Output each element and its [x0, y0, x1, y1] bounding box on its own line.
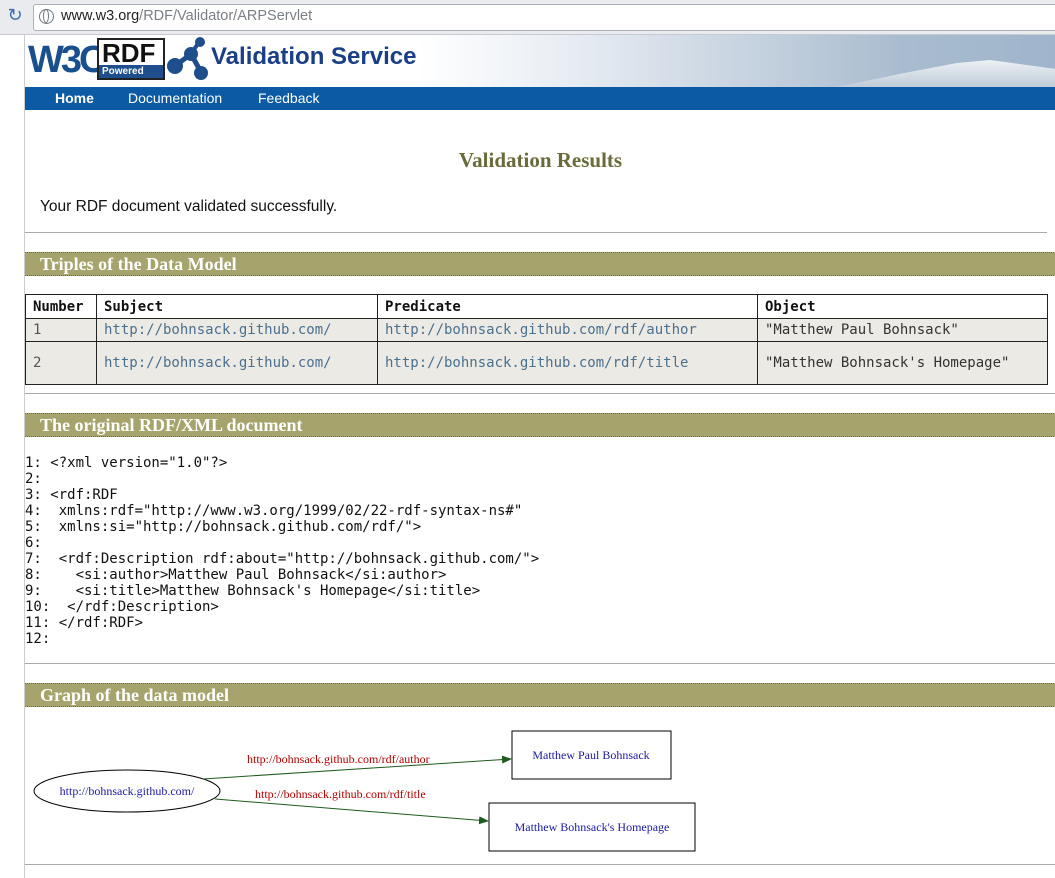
- code-line: 4: xmlns:rdf="http://www.w3.org/1999/02/…: [25, 503, 523, 519]
- triples-section-header: Triples of the Data Model: [25, 252, 1055, 276]
- rdf-powered-logo[interactable]: RDF Powered: [97, 38, 165, 80]
- nav-documentation[interactable]: Documentation: [128, 90, 222, 106]
- globe-icon: [39, 9, 54, 24]
- banner-title: Validation Service: [211, 43, 417, 70]
- main-nav: Home Documentation Feedback: [25, 87, 1055, 110]
- code-line: 9: <si:title>Matthew Bohnsack's Homepage…: [25, 583, 481, 599]
- object-literal: "Matthew Bohnsack's Homepage": [757, 341, 1048, 385]
- site-banner: W3C® RDF Powered Validation Service: [25, 35, 1055, 87]
- code-line: 2:: [25, 471, 42, 487]
- page-content: W3C® RDF Powered Validation Service Home…: [24, 35, 1055, 878]
- subject-node-label: http://bohnsack.github.com/: [60, 784, 195, 798]
- url-field[interactable]: www.w3.org/RDF/Validator/ARPServlet: [33, 4, 1055, 31]
- url-text: www.w3.org/RDF/Validator/ARPServlet: [61, 8, 312, 24]
- column-header-predicate: Predicate: [377, 294, 758, 319]
- rdf-molecule-icon: [167, 37, 208, 80]
- code-line: 7: <rdf:Description rdf:about="http://bo…: [25, 551, 540, 567]
- object-literal: "Matthew Paul Bohnsack": [757, 318, 1048, 342]
- row-number: 1: [25, 318, 97, 342]
- code-line: 6:: [25, 535, 42, 551]
- divider: [25, 232, 1047, 233]
- code-line: 8: <si:author>Matthew Paul Bohnsack</si:…: [25, 567, 447, 583]
- url-host: www.w3.org: [61, 8, 140, 24]
- graph-section-header: Graph of the data model: [25, 683, 1055, 707]
- code-line: 3: <rdf:RDF: [25, 487, 118, 503]
- nav-feedback[interactable]: Feedback: [258, 90, 319, 106]
- table-row: 1 http://bohnsack.github.com/ http://boh…: [25, 318, 1048, 342]
- banner-mountain-art: [836, 60, 1055, 87]
- subject-link[interactable]: http://bohnsack.github.com/: [96, 341, 378, 385]
- validation-message: Your RDF document validated successfully…: [40, 198, 338, 215]
- rdf-graph: http://bohnsack.github.com/ Matthew Paul…: [33, 730, 696, 852]
- w3c-logo-text: W3C: [28, 39, 106, 81]
- row-number: 2: [25, 341, 97, 385]
- divider: [25, 864, 1055, 865]
- divider: [25, 663, 1055, 664]
- code-line: 1: <?xml version="1.0"?>: [25, 455, 228, 471]
- column-header-number: Number: [25, 294, 97, 319]
- predicate-link[interactable]: http://bohnsack.github.com/rdf/title: [377, 341, 758, 385]
- triples-heading: Triples of the Data Model: [40, 254, 237, 274]
- url-path: /RDF/Validator/ARPServlet: [139, 8, 313, 24]
- rdf-powered-label: Powered: [99, 65, 163, 78]
- column-header-object: Object: [757, 294, 1048, 319]
- browser-address-bar: ↻ www.w3.org/RDF/Validator/ARPServlet: [0, 0, 1055, 35]
- page-title: Validation Results: [458, 148, 623, 172]
- code-line: 12:: [25, 631, 51, 647]
- original-doc-heading: The original RDF/XML document: [40, 415, 303, 435]
- nav-home[interactable]: Home: [55, 90, 94, 106]
- object-node-title-label: Matthew Bohnsack's Homepage: [515, 820, 670, 834]
- code-line: 5: xmlns:si="http://bohnsack.github.com/…: [25, 519, 422, 535]
- subject-link[interactable]: http://bohnsack.github.com/: [96, 318, 378, 342]
- original-doc-section-header: The original RDF/XML document: [25, 413, 1055, 437]
- table-header-row: Number Subject Predicate Object: [25, 294, 1048, 319]
- divider: [25, 393, 1055, 394]
- column-header-subject: Subject: [96, 294, 378, 319]
- reload-icon[interactable]: ↻: [5, 6, 25, 26]
- edge-title: [214, 798, 489, 825]
- rdf-xml-source: 1: <?xml version="1.0"?> 2: 3: <rdf:RDF …: [25, 455, 539, 647]
- graph-heading: Graph of the data model: [40, 685, 229, 705]
- code-line: 10: </rdf:Description>: [25, 599, 219, 615]
- code-line: 11: </rdf:RDF>: [25, 615, 144, 631]
- object-node-author-label: Matthew Paul Bohnsack: [532, 748, 649, 762]
- edge-author-label: http://bohnsack.github.com/rdf/author: [247, 752, 430, 766]
- predicate-link[interactable]: http://bohnsack.github.com/rdf/author: [377, 318, 758, 342]
- table-row: 2 http://bohnsack.github.com/ http://boh…: [25, 341, 1048, 385]
- edge-title-label: http://bohnsack.github.com/rdf/title: [255, 787, 426, 801]
- rdf-logo-text: RDF: [102, 38, 156, 68]
- triples-table: Number Subject Predicate Object 1 http:/…: [25, 294, 1048, 385]
